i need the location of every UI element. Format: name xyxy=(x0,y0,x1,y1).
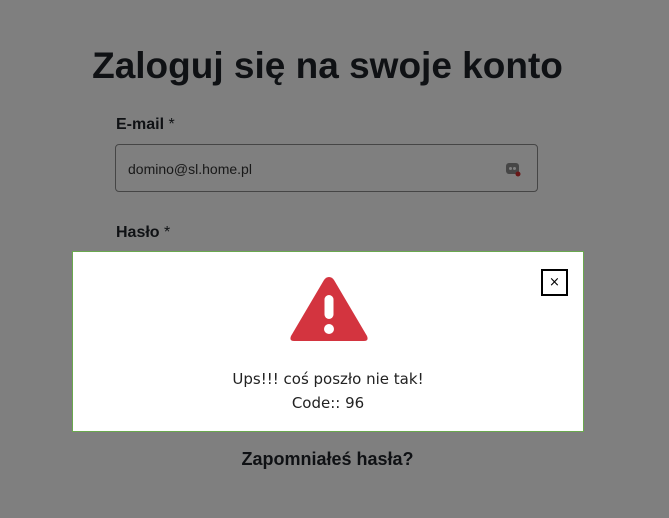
close-button[interactable]: × xyxy=(541,269,568,296)
error-message: Ups!!! coś poszło nie tak! xyxy=(232,370,424,388)
error-modal: × Ups!!! coś poszło nie tak! Code:: 96 xyxy=(72,251,584,432)
error-code: Code:: 96 xyxy=(291,394,365,412)
warning-triangle-icon xyxy=(290,277,368,341)
